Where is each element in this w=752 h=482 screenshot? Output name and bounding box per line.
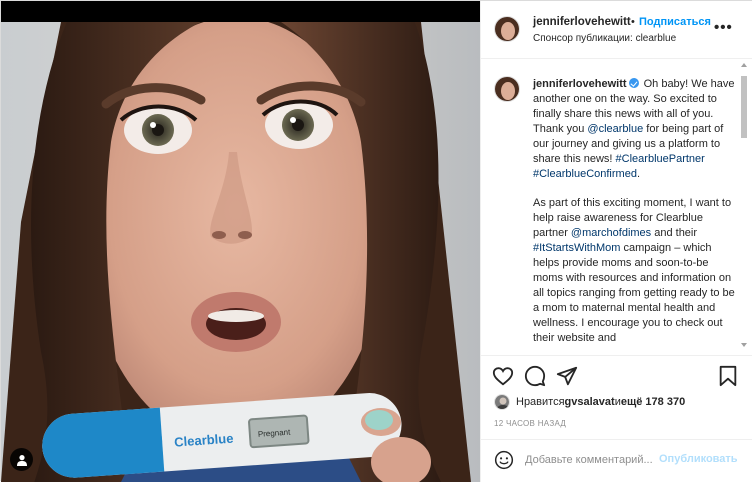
caption-username[interactable]: jenniferlovehewitt bbox=[533, 78, 627, 90]
caption-part: . bbox=[636, 168, 641, 180]
caption-part: and their bbox=[651, 227, 698, 239]
post-timestamp[interactable]: 12 ЧАСОВ НАЗАД bbox=[494, 419, 566, 428]
more-options-icon[interactable]: ••• bbox=[714, 19, 733, 36]
hashtag-link[interactable]: #ClearbluePartner bbox=[616, 153, 705, 165]
hashtag-link[interactable]: #ClearblueConfirmed bbox=[533, 168, 637, 180]
follow-button[interactable]: Подписаться bbox=[639, 16, 711, 28]
comment-icon[interactable] bbox=[524, 365, 546, 387]
separator-dot: • bbox=[631, 16, 635, 28]
avatar[interactable] bbox=[494, 394, 510, 410]
liker-username[interactable]: gvsalavat bbox=[565, 396, 615, 408]
post-author-username[interactable]: jenniferlovehewitt bbox=[533, 16, 631, 28]
sponsor-label[interactable]: Спонсор публикации: clearblue bbox=[533, 33, 676, 44]
mention-link[interactable]: @marchofdimes bbox=[571, 227, 651, 239]
post-side-panel: jenniferlovehewitt • Подписаться Спонсор… bbox=[480, 1, 752, 482]
smiley-icon[interactable] bbox=[494, 450, 514, 470]
publish-button[interactable]: Опубликовать bbox=[659, 453, 738, 465]
likes-prefix: Нравится bbox=[516, 396, 565, 408]
user-icon bbox=[16, 454, 27, 466]
instagram-post: Pregnant Clearblue jenniferlovehewitt • … bbox=[0, 0, 752, 482]
caption-part: campaign – which helps provide moms and … bbox=[533, 242, 735, 344]
avatar[interactable] bbox=[494, 16, 520, 42]
avatar[interactable] bbox=[494, 76, 520, 102]
likes-summary[interactable]: Нравится gvsalavat и ещё 178 370 bbox=[494, 393, 685, 411]
media-letterbox bbox=[1, 1, 480, 22]
tagged-users-button[interactable] bbox=[10, 448, 33, 471]
likes-count[interactable]: ещё 178 370 bbox=[621, 396, 685, 408]
add-comment-bar: Опубликовать bbox=[481, 439, 752, 482]
scroll-thumb[interactable] bbox=[741, 76, 747, 138]
paper-plane-icon[interactable] bbox=[556, 365, 578, 387]
heart-icon[interactable] bbox=[492, 365, 514, 387]
post-actions: Нравится gvsalavat и ещё 178 370 12 ЧАСО… bbox=[481, 355, 752, 439]
scroll-down-arrow-icon[interactable] bbox=[741, 343, 747, 347]
comment-input[interactable] bbox=[525, 452, 655, 468]
scroll-up-arrow-icon[interactable] bbox=[741, 63, 747, 67]
post-photo[interactable]: Pregnant Clearblue bbox=[1, 22, 480, 482]
bookmark-icon[interactable] bbox=[717, 365, 739, 387]
caption-scrollbar[interactable] bbox=[739, 63, 749, 353]
verified-badge-icon bbox=[628, 78, 639, 88]
caption-area: jenniferlovehewitt Oh baby! We have anot… bbox=[481, 60, 752, 355]
post-media[interactable]: Pregnant Clearblue bbox=[1, 1, 480, 482]
post-header: jenniferlovehewitt • Подписаться Спонсор… bbox=[481, 1, 752, 59]
caption-text: jenniferlovehewitt Oh baby! We have anot… bbox=[533, 77, 737, 346]
hashtag-link[interactable]: #ItStartsWithMom bbox=[533, 242, 620, 254]
mention-link[interactable]: @clearblue bbox=[587, 123, 643, 135]
